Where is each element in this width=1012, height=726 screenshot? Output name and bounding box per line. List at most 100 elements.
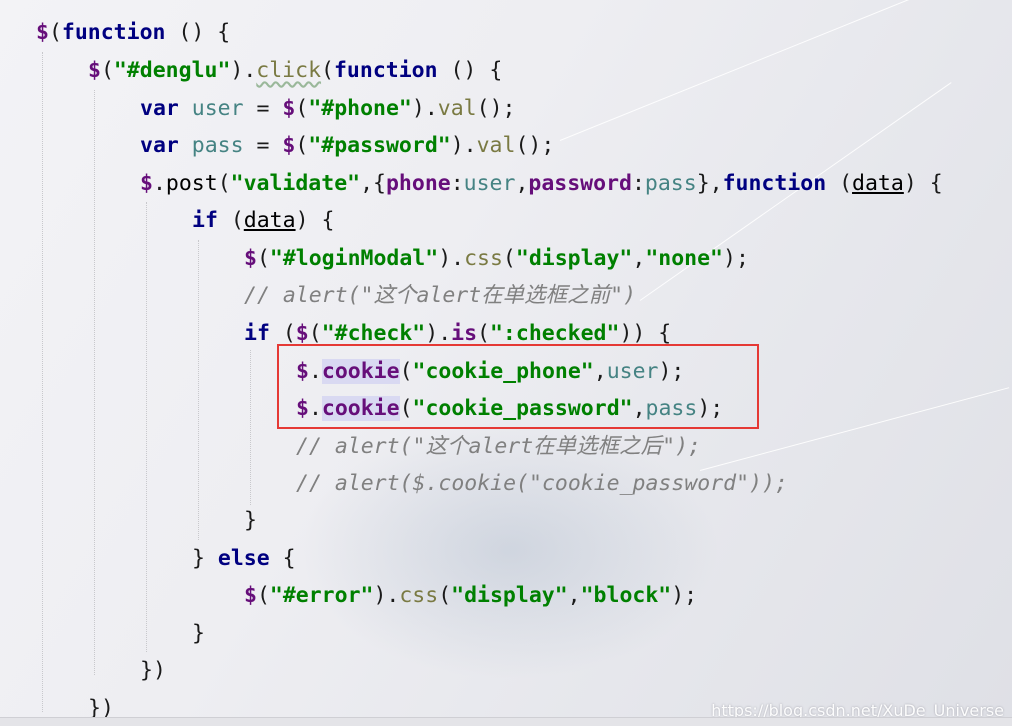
code-token: "validate" bbox=[230, 171, 361, 196]
code-token: $ bbox=[36, 20, 49, 45]
code-token: ( bbox=[217, 208, 244, 233]
code-token: var bbox=[140, 133, 179, 158]
code-line[interactable]: } bbox=[244, 502, 257, 539]
code-token: ,{ bbox=[360, 171, 386, 196]
code-line[interactable]: // alert($.cookie("cookie_password")); bbox=[296, 465, 788, 502]
code-line[interactable]: } bbox=[192, 615, 205, 652]
code-line[interactable]: $(function () { bbox=[36, 14, 230, 51]
code-token: ( bbox=[100, 58, 114, 83]
code-token: ) { bbox=[903, 171, 943, 196]
code-line[interactable]: }) bbox=[140, 652, 166, 689]
code-line[interactable]: // alert("这个alert在单选框之前") bbox=[244, 277, 636, 314]
code-token: $ bbox=[282, 96, 296, 121]
code-token: (); bbox=[476, 96, 516, 121]
code-token: else bbox=[217, 546, 270, 571]
code-token: , bbox=[632, 246, 646, 271]
code-token: } bbox=[244, 508, 257, 533]
code-token: click bbox=[256, 58, 322, 83]
code-token: "#password" bbox=[308, 133, 451, 158]
code-token: : bbox=[631, 171, 645, 196]
code-line[interactable]: var pass = $("#password").val(); bbox=[140, 127, 554, 164]
code-token: $ bbox=[282, 133, 296, 158]
code-token: } bbox=[192, 621, 205, 646]
code-token: ( bbox=[308, 321, 322, 346]
code-token: () { bbox=[165, 20, 231, 45]
code-token: ). bbox=[373, 583, 400, 608]
code-token: ( bbox=[295, 133, 309, 158]
code-token: var bbox=[140, 96, 179, 121]
code-token: ( bbox=[477, 321, 490, 346]
code-token: data bbox=[852, 171, 904, 196]
code-token: css bbox=[399, 583, 439, 608]
code-token: , bbox=[515, 171, 529, 196]
code-token: ( bbox=[321, 58, 334, 83]
code-token: "display" bbox=[451, 583, 568, 608]
code-line[interactable]: if (data) { bbox=[192, 202, 334, 239]
code-line[interactable]: var user = $("#phone").val(); bbox=[140, 90, 515, 127]
highlight-box bbox=[277, 344, 759, 429]
code-token: = bbox=[243, 133, 283, 158]
code-token: password bbox=[528, 171, 632, 196]
horizontal-scrollbar[interactable] bbox=[0, 717, 1012, 726]
code-token: val bbox=[437, 96, 477, 121]
code-token: ) { bbox=[295, 208, 335, 233]
code-token: . bbox=[152, 171, 166, 196]
code-token: if bbox=[244, 321, 270, 346]
code-token: val bbox=[476, 133, 516, 158]
code-token: ); bbox=[671, 583, 698, 608]
code-token: ). bbox=[411, 96, 438, 121]
indent-guide bbox=[42, 52, 43, 712]
code-token: ":checked" bbox=[489, 321, 620, 346]
code-token: )) { bbox=[619, 321, 672, 346]
code-token: "block" bbox=[580, 583, 672, 608]
code-token: // alert("这个alert在单选框之后"); bbox=[296, 434, 701, 459]
code-token: ). bbox=[438, 246, 465, 271]
code-token: // alert("这个alert在单选框之前") bbox=[244, 283, 637, 308]
code-token: "#loginModal" bbox=[269, 246, 439, 271]
code-line[interactable]: $("#denglu").click(function () { bbox=[88, 52, 502, 89]
indent-guide bbox=[250, 350, 251, 505]
code-token: $ bbox=[244, 583, 257, 608]
code-token: css bbox=[464, 246, 503, 271]
code-token: ( bbox=[295, 96, 309, 121]
code-token: , bbox=[567, 583, 581, 608]
code-line[interactable]: $.post("validate",{phone:user,password:p… bbox=[140, 165, 943, 202]
code-token: () { bbox=[437, 58, 503, 83]
code-token: // alert($.cookie("cookie_password")); bbox=[296, 471, 788, 496]
code-token: ( bbox=[48, 20, 62, 45]
code-token: "display" bbox=[515, 246, 633, 271]
code-token: ( bbox=[269, 321, 296, 346]
code-token: is bbox=[451, 321, 478, 346]
code-token: $ bbox=[88, 58, 101, 83]
code-token: ). bbox=[425, 321, 452, 346]
code-line[interactable]: // alert("这个alert在单选框之后"); bbox=[296, 428, 701, 465]
code-token: ( bbox=[502, 246, 516, 271]
code-token: function bbox=[61, 20, 166, 45]
code-token: }) bbox=[140, 658, 166, 683]
code-token: pass bbox=[191, 133, 244, 158]
code-token: "#denglu" bbox=[113, 58, 231, 83]
code-token: $ bbox=[244, 246, 257, 271]
code-token: if bbox=[192, 208, 218, 233]
code-token: ); bbox=[723, 246, 749, 271]
code-token: $ bbox=[140, 171, 153, 196]
code-token: user bbox=[463, 171, 516, 196]
code-line[interactable]: } else { bbox=[192, 540, 296, 577]
code-token: ( bbox=[826, 171, 853, 196]
code-token: ). bbox=[230, 58, 257, 83]
code-line[interactable]: $("#loginModal").css("display","none"); bbox=[244, 240, 749, 277]
code-token: pass bbox=[644, 171, 697, 196]
indent-guide bbox=[146, 202, 147, 652]
code-token: { bbox=[269, 546, 296, 571]
code-token: } bbox=[192, 546, 218, 571]
code-editor[interactable]: $(function () {$("#denglu").click(functi… bbox=[0, 0, 1012, 726]
background-streak bbox=[559, 0, 987, 141]
code-token: "none" bbox=[645, 246, 723, 271]
code-line[interactable]: $("#error").css("display","block"); bbox=[244, 577, 697, 614]
code-token: function bbox=[722, 171, 827, 196]
code-token: user bbox=[191, 96, 244, 121]
code-token: = bbox=[243, 96, 283, 121]
code-token: post bbox=[165, 171, 218, 196]
